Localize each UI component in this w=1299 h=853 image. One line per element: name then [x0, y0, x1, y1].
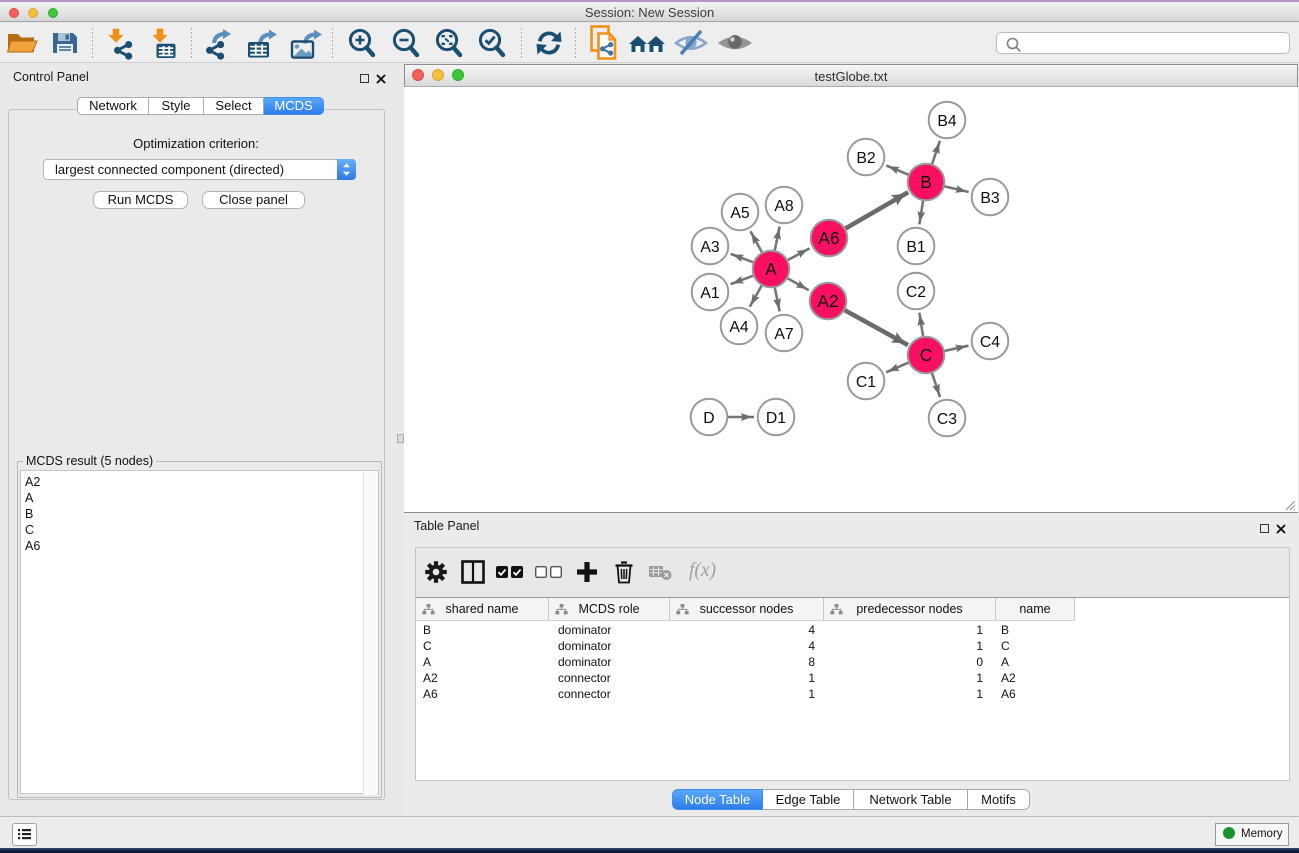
svg-text:A: A [765, 259, 777, 279]
svg-text:C1: C1 [856, 374, 876, 391]
svg-text:D1: D1 [766, 410, 786, 427]
svg-text:C3: C3 [937, 411, 957, 428]
svg-text:A1: A1 [700, 285, 720, 302]
svg-text:A4: A4 [729, 319, 749, 336]
svg-text:B4: B4 [937, 113, 957, 130]
svg-text:A2: A2 [817, 291, 838, 311]
svg-text:C4: C4 [980, 334, 1000, 351]
svg-text:B3: B3 [980, 190, 1000, 207]
svg-text:B: B [920, 172, 932, 192]
svg-text:D: D [703, 410, 714, 427]
svg-text:B2: B2 [856, 150, 875, 167]
svg-text:A7: A7 [774, 326, 793, 343]
svg-text:C: C [920, 345, 932, 365]
svg-text:A3: A3 [700, 239, 720, 256]
svg-text:A6: A6 [818, 228, 839, 248]
svg-text:C2: C2 [906, 284, 926, 301]
svg-text:A8: A8 [774, 198, 794, 215]
svg-text:B1: B1 [906, 239, 926, 256]
svg-text:A5: A5 [730, 205, 750, 222]
